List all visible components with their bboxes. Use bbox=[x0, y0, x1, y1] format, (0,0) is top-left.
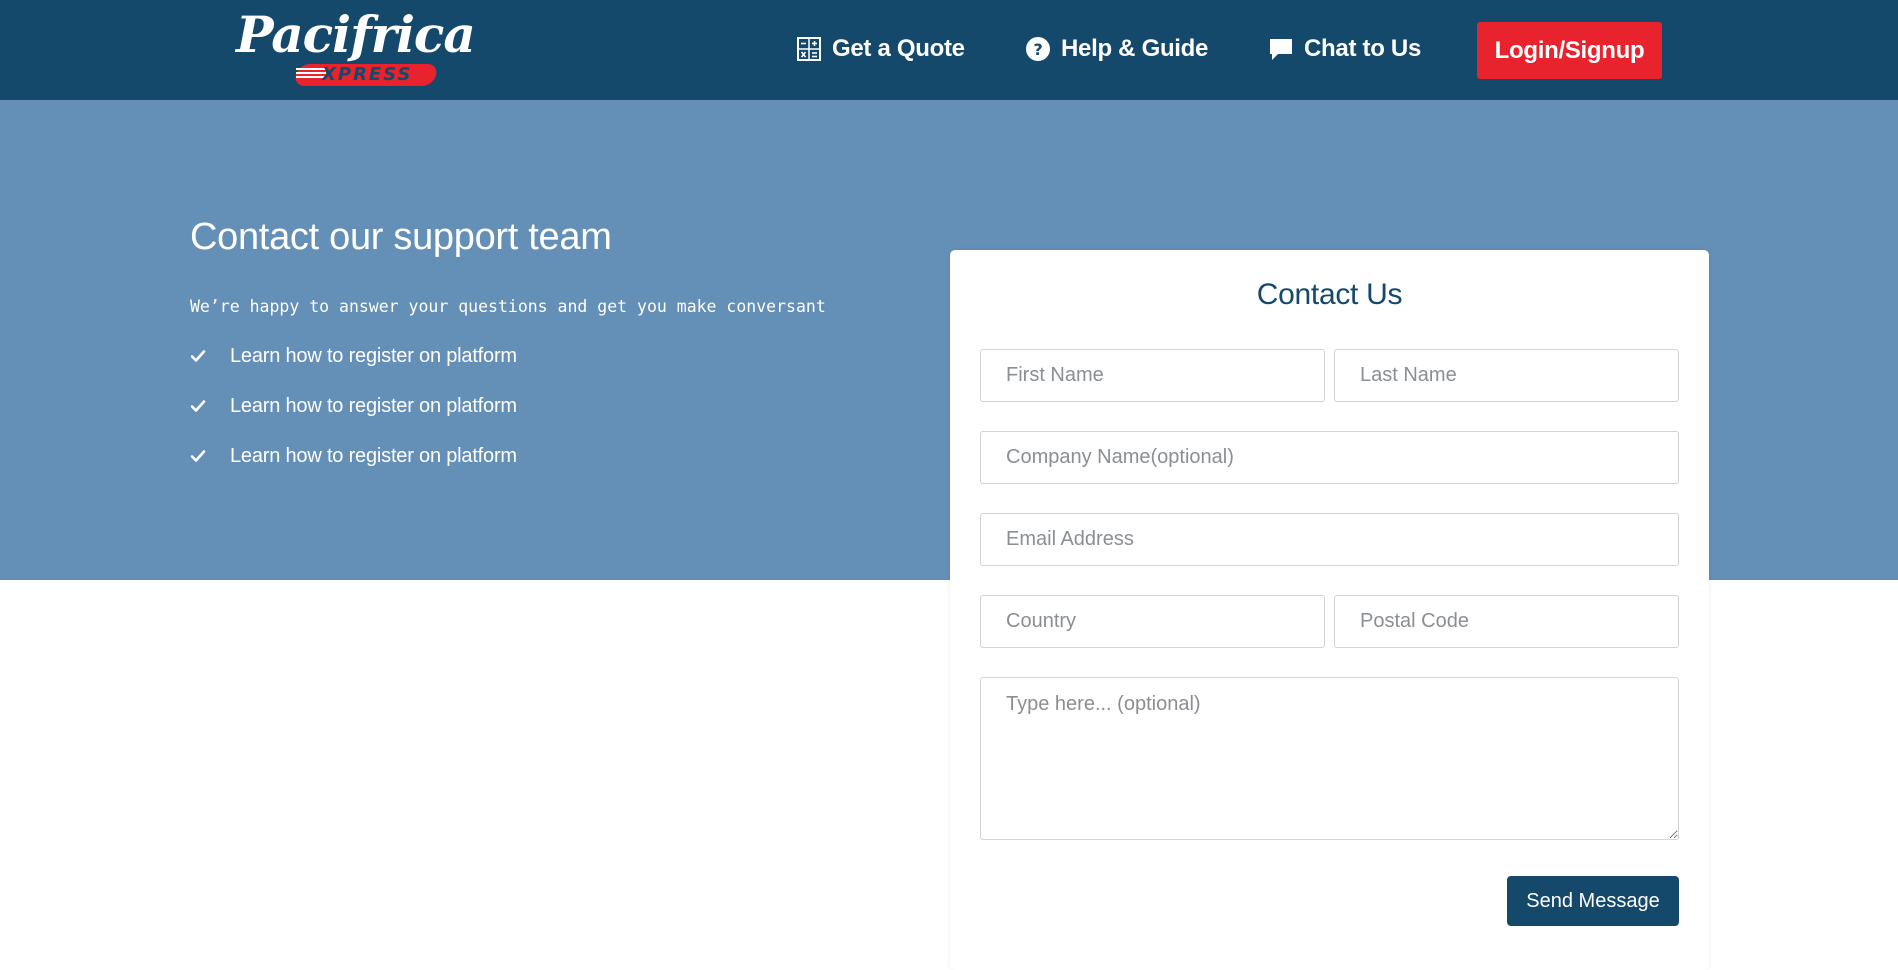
svg-text:?: ? bbox=[1034, 40, 1043, 59]
nav-help-guide[interactable]: ? Help & Guide bbox=[1025, 32, 1208, 66]
top-navbar: Pacifrica XPRESS Get a Quote ? Help & Gu… bbox=[0, 0, 1898, 100]
country-input[interactable] bbox=[980, 595, 1325, 648]
nav-chat-to-us[interactable]: Chat to Us bbox=[1268, 32, 1421, 66]
contact-form: Contact Us Send Message bbox=[950, 250, 1709, 970]
send-message-button[interactable]: Send Message bbox=[1507, 876, 1679, 926]
feature-text: Learn how to register on platform bbox=[230, 444, 517, 467]
logo-subtext: XPRESS bbox=[322, 64, 413, 85]
check-icon bbox=[190, 350, 206, 362]
company-name-input[interactable] bbox=[980, 431, 1679, 484]
last-name-input[interactable] bbox=[1334, 349, 1679, 402]
feature-item: Learn how to register on platform bbox=[190, 444, 517, 468]
message-textarea[interactable] bbox=[980, 677, 1679, 840]
nav-get-a-quote[interactable]: Get a Quote bbox=[796, 32, 965, 66]
feature-text: Learn how to register on platform bbox=[230, 394, 517, 417]
brand-logo[interactable]: Pacifrica XPRESS bbox=[232, 10, 476, 90]
login-signup-button[interactable]: Login/Signup bbox=[1477, 22, 1662, 79]
feature-text: Learn how to register on platform bbox=[230, 344, 517, 367]
nav-help-guide-label: Help & Guide bbox=[1061, 35, 1209, 62]
check-icon bbox=[190, 400, 206, 412]
postal-code-input[interactable] bbox=[1334, 595, 1679, 648]
nav-get-a-quote-label: Get a Quote bbox=[832, 35, 965, 62]
feature-list: Learn how to register on platform Learn … bbox=[190, 344, 517, 494]
logo-wordmark: Pacifrica bbox=[236, 5, 476, 64]
feature-item: Learn how to register on platform bbox=[190, 394, 517, 418]
form-title: Contact Us bbox=[1256, 278, 1403, 311]
feature-item: Learn how to register on platform bbox=[190, 344, 517, 368]
email-input[interactable] bbox=[980, 513, 1679, 566]
chat-bubble-icon bbox=[1270, 39, 1292, 60]
nav-chat-to-us-label: Chat to Us bbox=[1304, 35, 1422, 62]
calculator-icon bbox=[797, 37, 821, 61]
hero-title: Contact our support team bbox=[190, 216, 612, 258]
first-name-input[interactable] bbox=[980, 349, 1325, 402]
question-circle-icon: ? bbox=[1026, 37, 1050, 61]
check-icon bbox=[190, 450, 206, 462]
hero-subtitle: We’re happy to answer your questions and… bbox=[190, 297, 826, 316]
